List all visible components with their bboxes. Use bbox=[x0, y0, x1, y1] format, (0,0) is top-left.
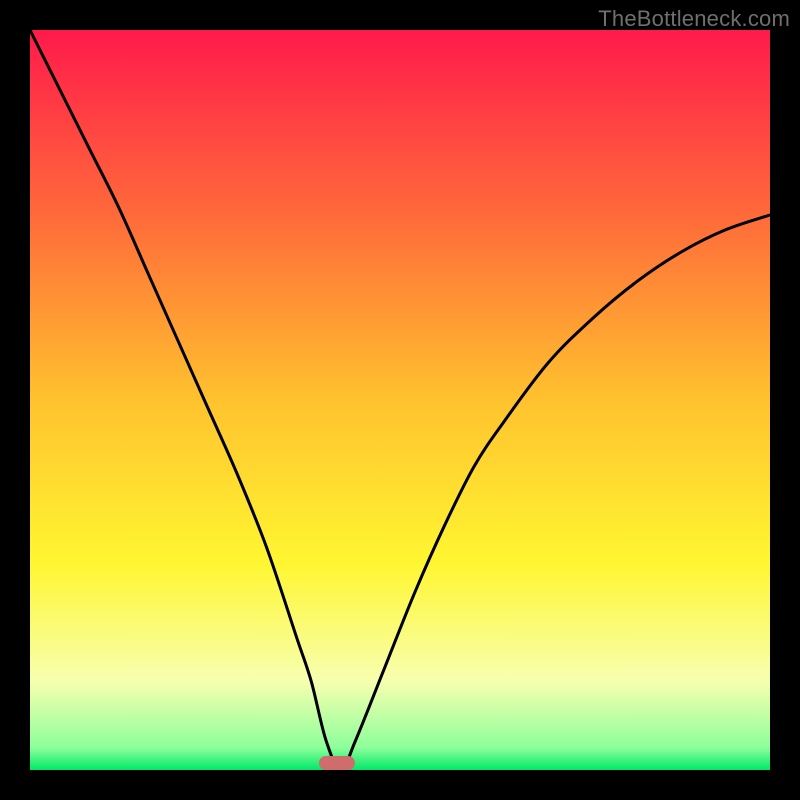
chart-frame bbox=[30, 30, 770, 770]
chart-curve bbox=[30, 30, 770, 770]
bottleneck-marker bbox=[319, 756, 355, 770]
watermark-text: TheBottleneck.com bbox=[598, 6, 790, 32]
